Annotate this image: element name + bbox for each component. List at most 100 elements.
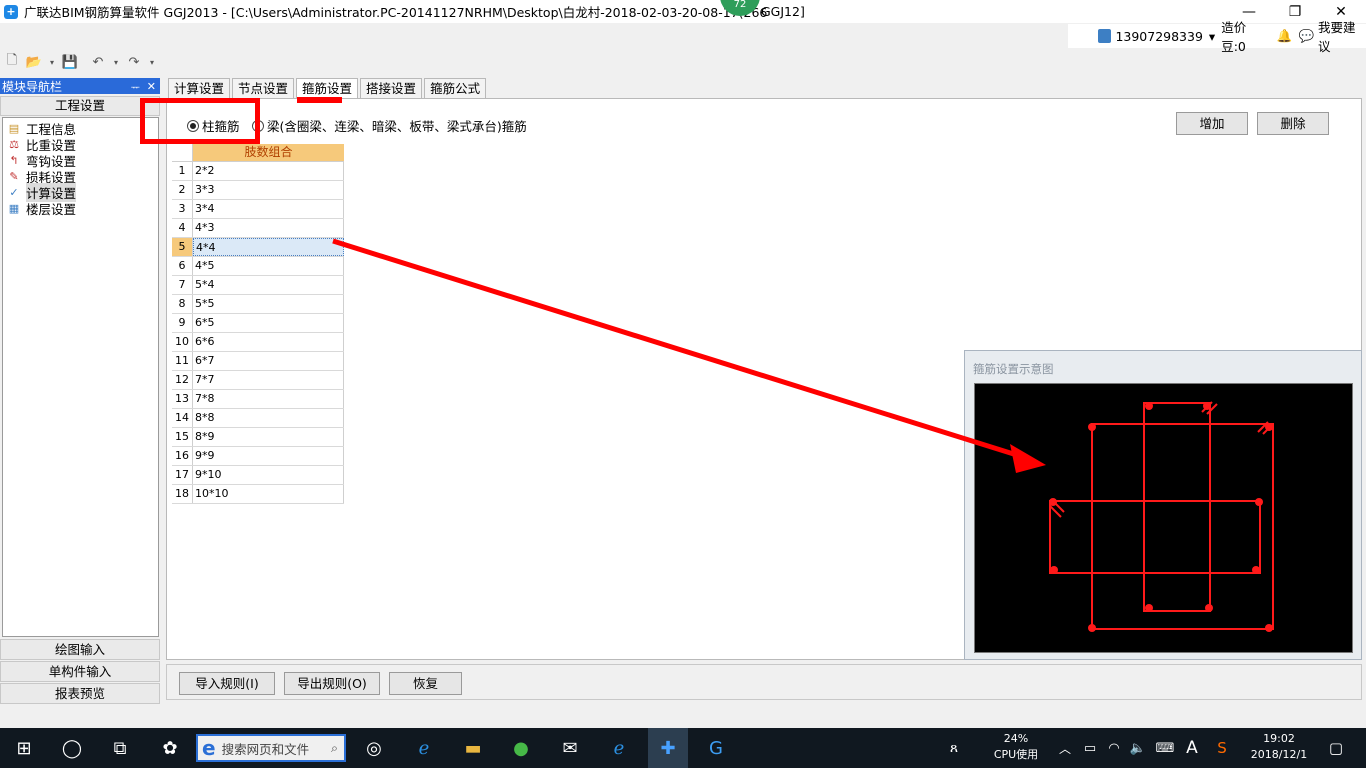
chat-icon[interactable]: 💬 bbox=[1298, 28, 1314, 44]
close-icon[interactable]: ✕ bbox=[147, 80, 156, 93]
export-rules-button[interactable]: 导出规则(O) bbox=[284, 672, 380, 695]
table-row[interactable]: 4 4*3 bbox=[172, 219, 344, 238]
nav-report-preview[interactable]: 报表预览 bbox=[0, 683, 160, 704]
redo-icon[interactable]: ↷ bbox=[126, 54, 142, 70]
glodon-app-icon[interactable]: ✚ bbox=[648, 728, 688, 768]
taskbar-search[interactable]: e 搜索网页和文件 ⌕ bbox=[196, 734, 346, 762]
row-number[interactable]: 4 bbox=[172, 219, 193, 237]
limb-combination-cell[interactable]: 6*7 bbox=[193, 352, 344, 370]
table-row[interactable]: 7 5*4 bbox=[172, 276, 344, 295]
limb-combination-cell[interactable]: 9*10 bbox=[193, 466, 344, 484]
row-number[interactable]: 9 bbox=[172, 314, 193, 332]
volume-icon[interactable]: 🔈 bbox=[1128, 728, 1148, 768]
new-file-icon[interactable]: 🗋 bbox=[4, 53, 20, 70]
nav-drawing-input[interactable]: 绘图输入 bbox=[0, 639, 160, 660]
table-row[interactable]: 17 9*10 bbox=[172, 466, 344, 485]
grid-column-header[interactable]: 肢数组合 bbox=[193, 144, 344, 162]
row-number[interactable]: 14 bbox=[172, 409, 193, 427]
edge-browser-icon[interactable]: ℯ bbox=[601, 728, 637, 768]
table-row[interactable]: 12 7*7 bbox=[172, 371, 344, 390]
file-explorer-icon[interactable]: ▬ bbox=[455, 728, 491, 768]
chevron-down-icon[interactable]: ▾ bbox=[112, 54, 120, 70]
glodon-g-icon[interactable]: G bbox=[698, 728, 734, 768]
row-number[interactable]: 1 bbox=[172, 162, 193, 180]
sogou-icon[interactable]: S bbox=[1210, 728, 1234, 768]
ime-indicator[interactable]: A bbox=[1180, 728, 1204, 768]
ie-browser-icon[interactable]: ℯ bbox=[406, 728, 442, 768]
row-number[interactable]: 13 bbox=[172, 390, 193, 408]
limb-combination-cell[interactable]: 4*4 bbox=[193, 238, 344, 256]
pinwheel-app-icon[interactable]: ✿ bbox=[154, 728, 186, 768]
table-row[interactable]: 10 6*6 bbox=[172, 333, 344, 352]
row-number[interactable]: 5 bbox=[172, 238, 193, 256]
people-icon[interactable]: ጸ bbox=[940, 728, 968, 768]
row-number[interactable]: 11 bbox=[172, 352, 193, 370]
limb-combination-cell[interactable]: 10*10 bbox=[193, 485, 344, 503]
taskbar-clock[interactable]: 19:02 2018/12/1 bbox=[1244, 731, 1314, 763]
limb-combination-cell[interactable]: 4*3 bbox=[193, 219, 344, 237]
add-button[interactable]: 增加 bbox=[1176, 112, 1248, 135]
battery-icon[interactable]: ▭ bbox=[1080, 728, 1100, 768]
table-row[interactable]: 18 10*10 bbox=[172, 485, 344, 504]
table-row[interactable]: 6 4*5 bbox=[172, 257, 344, 276]
limb-combination-cell[interactable]: 2*2 bbox=[193, 162, 344, 180]
table-row[interactable]: 1 2*2 bbox=[172, 162, 344, 181]
action-center-icon[interactable]: ▢ bbox=[1318, 728, 1354, 768]
limb-combination-cell[interactable]: 3*4 bbox=[193, 200, 344, 218]
row-number[interactable]: 3 bbox=[172, 200, 193, 218]
limb-combination-cell[interactable]: 5*5 bbox=[193, 295, 344, 313]
tab-stirrup-formula[interactable]: 箍筋公式 bbox=[424, 78, 487, 98]
limb-combination-cell[interactable]: 9*9 bbox=[193, 447, 344, 465]
table-row[interactable]: 9 6*5 bbox=[172, 314, 344, 333]
limb-combination-cell[interactable]: 6*5 bbox=[193, 314, 344, 332]
keyboard-icon[interactable]: ⌨ bbox=[1153, 728, 1177, 768]
limb-combination-cell[interactable]: 8*9 bbox=[193, 428, 344, 446]
bell-icon[interactable]: 🔔 bbox=[1277, 28, 1293, 44]
cortana-icon[interactable]: ◯ bbox=[56, 728, 88, 768]
import-rules-button[interactable]: 导入规则(I) bbox=[179, 672, 275, 695]
row-number[interactable]: 12 bbox=[172, 371, 193, 389]
table-row[interactable]: 5 4*4 bbox=[172, 238, 344, 257]
caret-down-icon[interactable]: ▾ bbox=[1209, 29, 1215, 44]
restore-button[interactable]: ❐ bbox=[1272, 0, 1318, 23]
row-number[interactable]: 6 bbox=[172, 257, 193, 275]
row-number[interactable]: 18 bbox=[172, 485, 193, 503]
delete-button[interactable]: 删除 bbox=[1257, 112, 1329, 135]
limb-combination-cell[interactable]: 7*7 bbox=[193, 371, 344, 389]
restore-button[interactable]: 恢复 bbox=[389, 672, 462, 695]
tab-calc-settings[interactable]: 计算设置 bbox=[168, 78, 231, 98]
chevron-down-icon[interactable]: ▾ bbox=[48, 54, 56, 70]
user-phone[interactable]: 13907298339 bbox=[1115, 29, 1202, 44]
pin-icon[interactable]: ᅲ bbox=[131, 79, 140, 94]
suggest-link[interactable]: 我要建议 bbox=[1318, 17, 1366, 55]
nav-single-component-input[interactable]: 单构件输入 bbox=[0, 661, 160, 682]
row-number[interactable]: 17 bbox=[172, 466, 193, 484]
chevron-up-icon[interactable]: ︿ bbox=[1056, 728, 1074, 768]
row-number[interactable]: 8 bbox=[172, 295, 193, 313]
limb-combination-cell[interactable]: 3*3 bbox=[193, 181, 344, 199]
row-number[interactable]: 16 bbox=[172, 447, 193, 465]
windows-start-icon[interactable]: ⊞ bbox=[8, 728, 40, 768]
undo-icon[interactable]: ↶ bbox=[90, 54, 106, 70]
save-icon[interactable]: 💾 bbox=[62, 54, 78, 70]
row-number[interactable]: 10 bbox=[172, 333, 193, 351]
row-number[interactable]: 2 bbox=[172, 181, 193, 199]
table-row[interactable]: 3 3*4 bbox=[172, 200, 344, 219]
tab-stirrup-settings[interactable]: 箍筋设置 bbox=[296, 78, 359, 98]
limb-combination-cell[interactable]: 7*8 bbox=[193, 390, 344, 408]
radio-beam-stirrup[interactable]: 梁(含圈梁、连梁、暗梁、板带、梁式承台)箍筋 bbox=[252, 116, 527, 135]
table-row[interactable]: 14 8*8 bbox=[172, 409, 344, 428]
open-folder-icon[interactable]: 📂 bbox=[26, 54, 42, 70]
row-number[interactable]: 7 bbox=[172, 276, 193, 294]
table-row[interactable]: 2 3*3 bbox=[172, 181, 344, 200]
tab-node-settings[interactable]: 节点设置 bbox=[232, 78, 295, 98]
table-row[interactable]: 15 8*9 bbox=[172, 428, 344, 447]
green-app-icon[interactable]: ● bbox=[503, 728, 539, 768]
table-row[interactable]: 8 5*5 bbox=[172, 295, 344, 314]
table-row[interactable]: 11 6*7 bbox=[172, 352, 344, 371]
limb-combination-cell[interactable]: 5*4 bbox=[193, 276, 344, 294]
task-view-icon[interactable]: ⧉ bbox=[104, 728, 136, 768]
chevron-down-icon[interactable]: ▾ bbox=[148, 54, 156, 70]
limb-combination-cell[interactable]: 8*8 bbox=[193, 409, 344, 427]
table-row[interactable]: 13 7*8 bbox=[172, 390, 344, 409]
